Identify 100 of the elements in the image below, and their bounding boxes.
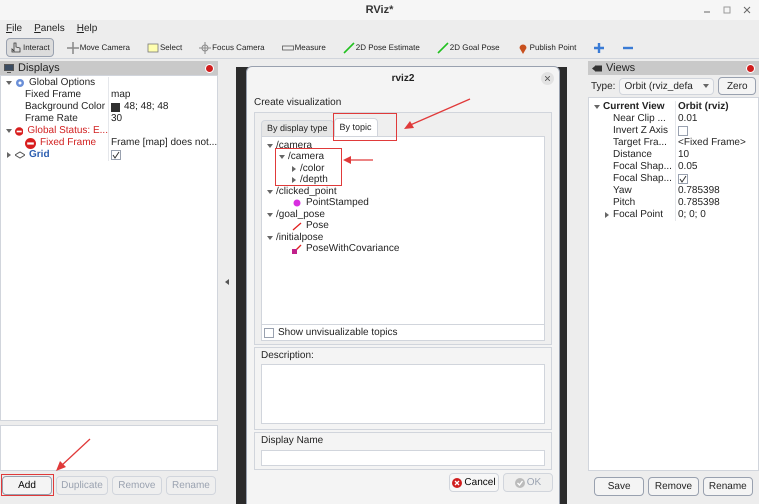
- topic-item[interactable]: /color: [300, 162, 324, 175]
- check-icon: [514, 478, 525, 488]
- property-value: 0; 0; 0: [678, 209, 706, 221]
- close-icon[interactable]: [743, 6, 751, 14]
- property-name: Grid: [29, 149, 50, 161]
- pin-icon: [516, 42, 529, 54]
- move-icon: [66, 42, 79, 54]
- tool-button[interactable]: 2D Goal Pose: [432, 38, 504, 57]
- display-name-field[interactable]: [261, 450, 545, 466]
- expanded-arrow-icon[interactable]: [3, 128, 15, 134]
- topic-item[interactable]: /camera: [276, 140, 312, 152]
- expanded-arrow-icon[interactable]: [591, 104, 603, 110]
- tool-button[interactable]: Measure: [278, 38, 330, 57]
- topic-item[interactable]: /depth: [300, 174, 328, 186]
- property-name: Near Clip ...: [613, 113, 666, 125]
- expanded-arrow-icon[interactable]: [264, 212, 276, 218]
- property-value: map: [111, 89, 130, 101]
- expanded-arrow-icon[interactable]: [264, 188, 276, 195]
- expanded-arrow-icon[interactable]: [3, 80, 15, 86]
- property-name: Pitch: [613, 197, 636, 209]
- property-name: Distance: [613, 149, 652, 161]
- collapse-arrow-icon[interactable]: [224, 278, 230, 284]
- menu-item[interactable]: Help: [76, 21, 98, 36]
- property-value: <Fixed Frame>: [678, 137, 746, 149]
- field-label: Description:: [261, 350, 315, 362]
- dialog-title: rviz2: [392, 72, 414, 86]
- tool-button[interactable]: Interact: [6, 38, 54, 57]
- topic-item[interactable]: /goal_pose: [276, 208, 325, 221]
- expanded-arrow-icon[interactable]: [276, 154, 288, 160]
- grid-icon: [15, 150, 25, 160]
- gear-icon: [15, 78, 25, 88]
- annotation-box: [1, 474, 54, 496]
- property-name: Focal Shap...: [613, 161, 672, 173]
- panel-button[interactable]: Add: [2, 476, 52, 495]
- panel-title: Views: [606, 60, 636, 76]
- tab[interactable]: By topic: [334, 118, 378, 136]
- window-title: RViz*: [366, 2, 394, 18]
- panel-button[interactable]: Rename: [702, 477, 753, 496]
- tool-button[interactable]: Focus Camera: [195, 38, 269, 57]
- property-name: Focal Point: [613, 209, 664, 221]
- plus-icon[interactable]: [593, 42, 606, 54]
- menu-item[interactable]: File: [6, 21, 22, 36]
- topic-item[interactable]: PoseWithCovariance: [306, 243, 400, 256]
- section-heading: Create visualization: [254, 97, 342, 109]
- maximize-icon[interactable]: [723, 6, 731, 14]
- expanded-arrow-icon[interactable]: [264, 142, 276, 149]
- annotation-arrow: [402, 98, 472, 132]
- field-label: Display Name: [261, 435, 324, 447]
- error-icon: [15, 126, 24, 136]
- annotation-arrow: [55, 438, 91, 472]
- annotation-arrow: [343, 155, 373, 165]
- topic-item[interactable]: PointStamped: [306, 197, 369, 210]
- property-name: Frame Rate: [25, 113, 78, 125]
- crosshair-icon: [199, 42, 212, 54]
- expanded-arrow-icon[interactable]: [264, 234, 276, 241]
- topic-item[interactable]: /camera: [288, 151, 324, 164]
- property-name: Global Status: E...: [27, 125, 108, 137]
- type-dropdown[interactable]: Orbit (rviz_defa: [619, 78, 714, 94]
- checkbox[interactable]: [264, 328, 274, 338]
- panel-title: Displays: [18, 60, 60, 76]
- panel-button[interactable]: Remove: [648, 477, 699, 496]
- menu-item[interactable]: Panels: [34, 21, 65, 36]
- annotation-box: [275, 148, 342, 186]
- topic-item[interactable]: /clicked_point: [276, 186, 337, 198]
- property-value: 48; 48; 48: [124, 101, 168, 113]
- topic-item[interactable]: /initialpose: [276, 232, 324, 244]
- dot-icon: [292, 198, 302, 208]
- selection-icon: [146, 42, 159, 54]
- tool-button[interactable]: Select: [142, 38, 186, 57]
- tool-button[interactable]: Move Camera: [62, 38, 134, 57]
- tool-button[interactable]: Publish Point: [512, 38, 580, 57]
- property-name: Target Fra...: [613, 137, 667, 149]
- panel-button[interactable]: Save: [594, 477, 644, 496]
- annotation-box: [333, 113, 397, 141]
- property-value: Orbit (rviz): [678, 101, 729, 113]
- checkbox[interactable]: [678, 174, 688, 184]
- checkbox-label: Show unvisualizable topics: [278, 326, 398, 340]
- property-name: Background Color: [25, 101, 106, 113]
- property-name: Global Options: [29, 77, 96, 89]
- tab[interactable]: By display type: [261, 120, 334, 136]
- error-icon: [25, 138, 36, 148]
- tool-button[interactable]: 2D Pose Estimate: [338, 38, 424, 57]
- dialog-button[interactable]: Cancel: [449, 473, 499, 492]
- topic-item[interactable]: Pose: [306, 220, 329, 232]
- property-value: 0.785398: [678, 197, 720, 209]
- caret-icon: [703, 84, 710, 88]
- property-value: 10: [678, 149, 690, 161]
- property-value: 30: [111, 113, 122, 125]
- monitor-icon: [4, 64, 14, 72]
- property-name: Invert Z Axis: [613, 125, 668, 137]
- property-name: Focal Shap...: [613, 173, 672, 185]
- zero-button[interactable]: Zero: [718, 77, 756, 95]
- property-value: 0.05: [678, 161, 698, 173]
- checkbox[interactable]: [111, 150, 121, 160]
- close-icon[interactable]: [541, 72, 554, 85]
- arrow-icon: [292, 244, 302, 254]
- checkbox[interactable]: [678, 126, 688, 136]
- property-value: 0.785398: [678, 185, 720, 197]
- property-name: Current View: [603, 101, 664, 113]
- property-value: Frame [map] does not...: [111, 137, 218, 149]
